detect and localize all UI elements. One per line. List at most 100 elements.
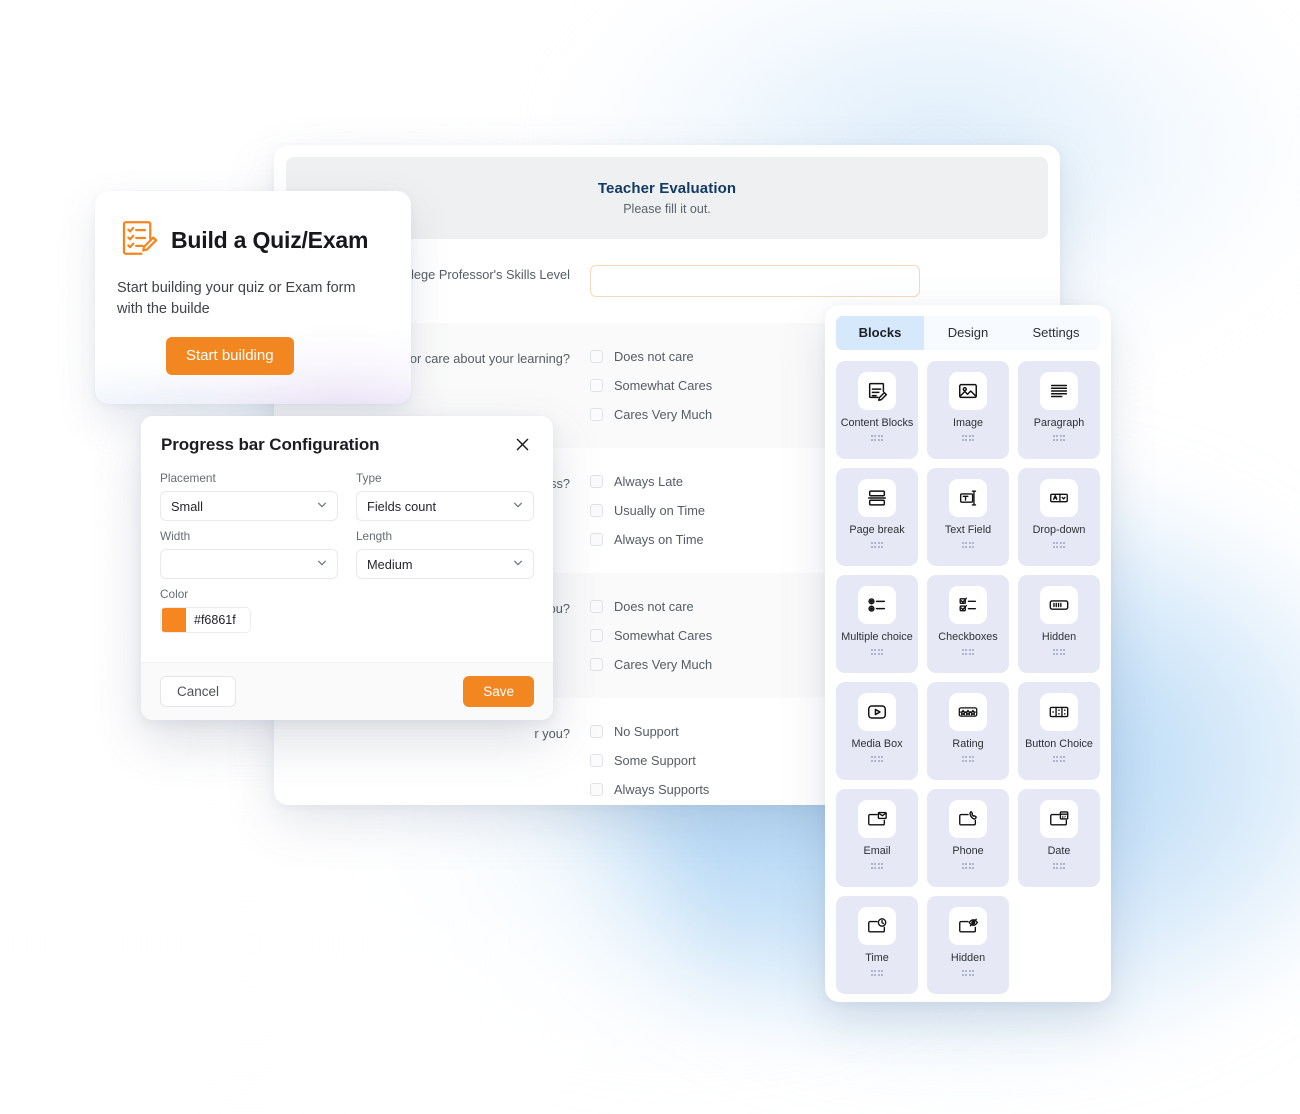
drag-handle-icon[interactable]	[870, 542, 884, 548]
quiz-card-description: Start building your quiz or Exam form wi…	[117, 280, 356, 318]
media-box-icon	[858, 693, 896, 731]
drag-handle-icon[interactable]	[870, 435, 884, 441]
question-label: r you?	[534, 726, 570, 741]
option-label: Somewhat Cares	[614, 378, 713, 393]
blocks-panel: Blocks Design Settings Content Blocks Im…	[825, 305, 1111, 1002]
modal-body: Placement Small Type Fields count Width …	[141, 465, 553, 637]
placement-label: Placement	[160, 471, 216, 485]
block-rating[interactable]: Rating	[927, 682, 1009, 780]
drag-handle-icon[interactable]	[961, 756, 975, 762]
checkbox-icon[interactable]	[590, 783, 603, 796]
block-label: Checkboxes	[938, 631, 998, 643]
drag-handle-icon[interactable]	[1052, 542, 1066, 548]
placement-field-group: Placement Small	[160, 471, 338, 521]
drag-handle-icon[interactable]	[961, 970, 975, 976]
width-field-group: Width	[160, 529, 338, 579]
drag-handle-icon[interactable]	[961, 863, 975, 869]
tab-settings[interactable]: Settings	[1012, 316, 1100, 350]
checkbox-icon[interactable]	[590, 600, 603, 613]
block-hidden-bar[interactable]: Hidden	[1018, 575, 1100, 673]
drag-handle-icon[interactable]	[961, 542, 975, 548]
option-label: Some Support	[614, 753, 696, 768]
checkbox-icon[interactable]	[590, 504, 603, 517]
block-date[interactable]: Date	[1018, 789, 1100, 887]
length-field-group: Length Medium	[356, 529, 534, 579]
page-title: Teacher Evaluation	[597, 180, 737, 197]
quiz-card-header: Build a Quiz/Exam	[117, 217, 387, 264]
type-value: Fields count	[367, 498, 436, 514]
drag-handle-icon[interactable]	[1052, 863, 1066, 869]
length-select[interactable]: Medium	[356, 549, 534, 579]
tab-blocks[interactable]: Blocks	[836, 316, 924, 350]
cancel-button[interactable]: Cancel	[160, 676, 237, 707]
checkbox-icon[interactable]	[590, 350, 603, 363]
block-phone[interactable]: Phone	[927, 789, 1009, 887]
block-content-blocks[interactable]: Content Blocks	[836, 361, 918, 459]
checkbox-icon[interactable]	[590, 408, 603, 421]
start-building-button[interactable]: Start building	[166, 337, 294, 376]
type-select[interactable]: Fields count	[356, 491, 534, 521]
block-text-field[interactable]: Text Field	[927, 468, 1009, 566]
skills-level-input[interactable]	[590, 265, 920, 297]
content-blocks-icon	[858, 372, 896, 410]
drag-handle-icon[interactable]	[1052, 756, 1066, 762]
block-paragraph[interactable]: Paragraph	[1018, 361, 1100, 459]
checkbox-icon[interactable]	[590, 379, 603, 392]
block-label: Page break	[849, 524, 905, 536]
close-icon[interactable]	[512, 434, 533, 455]
block-image[interactable]: Image	[927, 361, 1009, 459]
checkbox-icon[interactable]	[590, 533, 603, 546]
tab-design[interactable]: Design	[924, 316, 1012, 350]
drag-handle-icon[interactable]	[870, 970, 884, 976]
page-break-icon	[858, 479, 896, 517]
chevron-down-icon	[512, 557, 524, 572]
block-label: Paragraph	[1033, 417, 1085, 429]
hidden-eye-icon	[949, 907, 987, 945]
checkbox-icon[interactable]	[590, 725, 603, 738]
color-picker[interactable]: #f6861f	[160, 607, 251, 633]
block-email[interactable]: Email	[836, 789, 918, 887]
quiz-checklist-icon	[117, 217, 159, 264]
checkbox-icon[interactable]	[590, 754, 603, 767]
block-label: Button Choice	[1025, 738, 1093, 750]
block-page-break[interactable]: Page break	[836, 468, 918, 566]
block-multiple-choice[interactable]: Multiple choice	[836, 575, 918, 673]
save-button[interactable]: Save	[463, 676, 534, 707]
text-field-icon	[949, 479, 987, 517]
checkbox-icon[interactable]	[590, 475, 603, 488]
multiple-choice-icon	[858, 586, 896, 624]
drag-handle-icon[interactable]	[870, 649, 884, 655]
block-hidden-eye[interactable]: Hidden	[927, 896, 1009, 994]
date-icon	[1040, 800, 1078, 838]
drag-handle-icon[interactable]	[1052, 435, 1066, 441]
image-icon	[949, 372, 987, 410]
block-button-choice[interactable]: Button Choice	[1018, 682, 1100, 780]
drag-handle-icon[interactable]	[1052, 649, 1066, 655]
width-select[interactable]	[160, 549, 338, 579]
option-label: Always on Time	[614, 532, 704, 547]
drop-down-icon	[1040, 479, 1078, 517]
option-label: Somewhat Cares	[614, 628, 713, 643]
progress-bar-configuration-modal: Progress bar Configuration Placement Sma…	[141, 416, 553, 720]
checkbox-icon[interactable]	[590, 658, 603, 671]
placement-select[interactable]: Small	[160, 491, 338, 521]
color-swatch[interactable]	[162, 608, 186, 632]
block-checkboxes[interactable]: Checkboxes	[927, 575, 1009, 673]
drag-handle-icon[interactable]	[961, 435, 975, 441]
block-time[interactable]: Time	[836, 896, 918, 994]
option-label: Cares Very Much	[614, 407, 713, 422]
length-value: Medium	[367, 556, 413, 572]
block-label: Time	[865, 952, 889, 964]
drag-handle-icon[interactable]	[961, 649, 975, 655]
block-media-box[interactable]: Media Box	[836, 682, 918, 780]
block-drop-down[interactable]: Drop-down	[1018, 468, 1100, 566]
option-label: Always Late	[614, 474, 683, 489]
modal-field-row: Placement Small Type Fields count	[160, 471, 534, 521]
chevron-down-icon	[316, 557, 328, 572]
drag-handle-icon[interactable]	[870, 863, 884, 869]
quiz-card-title: Build a Quiz/Exam	[171, 227, 369, 253]
chevron-down-icon	[512, 499, 524, 514]
checkbox-icon[interactable]	[590, 629, 603, 642]
drag-handle-icon[interactable]	[870, 756, 884, 762]
block-label: Phone	[952, 845, 984, 857]
